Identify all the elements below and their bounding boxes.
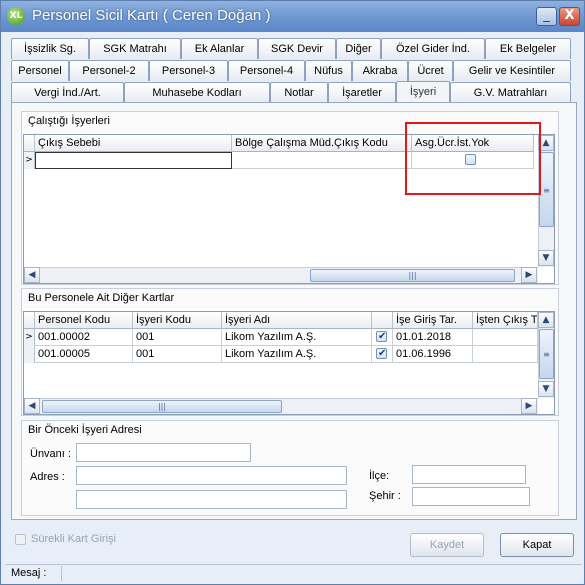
isyeri-kodu-cell[interactable]: 001 (133, 329, 222, 346)
scroll-up-icon[interactable]: ▲ (538, 312, 554, 328)
close-button[interactable]: Kapat (500, 533, 574, 557)
col-header-ise-giris[interactable]: İşe Giriş Tar. (393, 312, 473, 329)
tab-vergi-ind[interactable]: Vergi İnd./Art. (11, 82, 124, 103)
grid-corner (24, 312, 35, 329)
status-divider (61, 566, 62, 581)
adres-label: Adres : (30, 471, 65, 483)
tab-isaretler[interactable]: İşaretler (328, 82, 396, 103)
tab-gelir-kesintiler[interactable]: Gelir ve Kesintiler (453, 60, 571, 81)
row-checkbox[interactable] (376, 346, 387, 362)
scroll-right-icon[interactable]: ▶ (521, 267, 537, 283)
surekli-kart-checkbox[interactable] (15, 534, 26, 545)
tab-diger[interactable]: Diğer (336, 38, 381, 59)
col-header-cikis-sebebi[interactable]: Çıkış Sebebi (35, 135, 232, 152)
minimize-button[interactable]: _ (536, 7, 557, 26)
sehir-input[interactable] (412, 487, 530, 506)
other-cards-title: Bu Personele Ait Diğer Kartlar (28, 292, 175, 304)
col-header-isyeri-kodu[interactable]: İşyeri Kodu (133, 312, 222, 329)
sehir-label: Şehir : (369, 490, 401, 502)
tab-ek-belgeler[interactable]: Ek Belgeler (485, 38, 571, 59)
tab-akraba[interactable]: Akraba (352, 60, 408, 81)
check-cell[interactable] (372, 346, 393, 363)
row-indicator: > (24, 152, 35, 169)
tab-notlar[interactable]: Notlar (270, 82, 328, 103)
col-header-isten-cikis[interactable]: İşten Çıkış T (473, 312, 538, 329)
ilce-label: İlçe: (369, 470, 390, 482)
tab-gv-matrahlari[interactable]: G.V. Matrahları (450, 82, 571, 103)
status-bar: Mesaj : (5, 564, 582, 582)
col-header-bolge-kodu[interactable]: Bölge Çalışma Müd.Çıkış Kodu (232, 135, 412, 152)
title-bar: XL Personel Sicil Kartı ( Ceren Doğan ) … (1, 1, 584, 32)
unvan-label: Ünvanı : (30, 448, 71, 460)
row-indicator: > (24, 329, 35, 346)
tab-sgk-matrahi[interactable]: SGK Matrahı (89, 38, 181, 59)
col-header-personel-kodu[interactable]: Personel Kodu (35, 312, 133, 329)
isten-cikis-cell[interactable] (473, 329, 538, 346)
ilce-input[interactable] (412, 465, 526, 484)
ise-giris-cell[interactable]: 01.01.2018 (393, 329, 473, 346)
row-indicator (24, 346, 35, 363)
col-header-isyeri-adi[interactable]: İşyeri Adı (222, 312, 372, 329)
annotation-highlight-box (405, 122, 541, 195)
tab-ozel-gider[interactable]: Özel Gider İnd. (381, 38, 485, 59)
surekli-kart-label: Sürekli Kart Girişi (31, 533, 116, 545)
col-header-check[interactable] (372, 312, 393, 329)
window-title: Personel Sicil Kartı ( Ceren Doğan ) (32, 7, 271, 24)
tab-personel[interactable]: Personel (11, 60, 69, 81)
scroll-down-icon[interactable]: ▼ (538, 250, 554, 266)
isten-cikis-cell[interactable] (473, 346, 538, 363)
tab-issizlik[interactable]: İşsizlik Sg. (11, 38, 89, 59)
other-cards-grid: Personel Kodu İşyeri Kodu İşyeri Adı İşe… (23, 311, 555, 415)
worked-workplaces-title: Çalıştığı İşyerleri (28, 115, 110, 127)
scroll-right-icon[interactable]: ▶ (521, 398, 537, 414)
ise-giris-cell[interactable]: 01.06.1996 (393, 346, 473, 363)
previous-address-title: Bir Önceki İşyeri Adresi (28, 424, 142, 436)
unvan-input[interactable] (76, 443, 251, 462)
app-logo-icon: XL (7, 7, 25, 25)
scroll-thumb[interactable]: ≡ (539, 329, 554, 379)
tab-personel-4[interactable]: Personel-4 (228, 60, 305, 81)
tab-personel-3[interactable]: Personel-3 (149, 60, 228, 81)
personel-kodu-cell[interactable]: 001.00005 (35, 346, 133, 363)
scroll-thumb-h[interactable]: ||| (42, 400, 282, 413)
bolge-kodu-cell[interactable] (232, 152, 412, 169)
horizontal-scrollbar[interactable]: ◀ ||| ▶ (24, 267, 538, 283)
tab-nufus[interactable]: Nüfus (305, 60, 352, 81)
grid-corner (24, 135, 35, 152)
adres-input-1[interactable] (76, 466, 347, 485)
scroll-thumb-h[interactable]: ||| (310, 269, 515, 282)
save-button[interactable]: Kaydet (410, 533, 484, 557)
vertical-scrollbar[interactable]: ▲ ≡ ▼ (538, 312, 554, 398)
scroll-left-icon[interactable]: ◀ (24, 267, 40, 283)
check-cell[interactable] (372, 329, 393, 346)
tab-muhasebe-kodlari[interactable]: Muhasebe Kodları (124, 82, 270, 103)
cikis-sebebi-cell[interactable] (35, 152, 232, 169)
isyeri-kodu-cell[interactable]: 001 (133, 346, 222, 363)
isyeri-adi-cell[interactable]: Likom Yazılım A.Ş. (222, 346, 372, 363)
personel-kodu-cell[interactable]: 001.00002 (35, 329, 133, 346)
tab-sgk-devir[interactable]: SGK Devir (258, 38, 336, 59)
status-label: Mesaj : (11, 567, 47, 579)
isyeri-adi-cell[interactable]: Likom Yazılım A.Ş. (222, 329, 372, 346)
scroll-left-icon[interactable]: ◀ (24, 398, 40, 414)
horizontal-scrollbar[interactable]: ◀ ||| ▶ (24, 398, 538, 414)
row-checkbox[interactable] (376, 329, 387, 345)
tab-isyeri[interactable]: İşyeri (396, 81, 450, 104)
tab-ucret[interactable]: Ücret (408, 60, 453, 81)
scroll-down-icon[interactable]: ▼ (538, 381, 554, 397)
tab-personel-2[interactable]: Personel-2 (69, 60, 149, 81)
close-icon[interactable]: X (559, 7, 580, 26)
tab-ek-alanlar[interactable]: Ek Alanlar (181, 38, 258, 59)
adres-input-2[interactable] (76, 490, 347, 509)
scroll-thumb[interactable]: ≡ (539, 152, 554, 227)
window: XL Personel Sicil Kartı ( Ceren Doğan ) … (0, 0, 585, 585)
